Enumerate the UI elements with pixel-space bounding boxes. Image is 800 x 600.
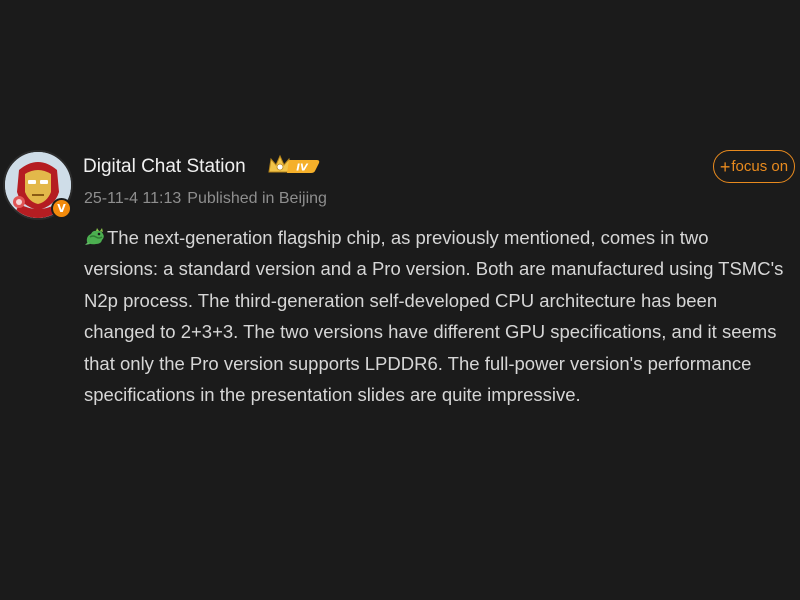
post-text: The next-generation flagship chip, as pr… bbox=[84, 222, 784, 410]
follow-label: focus on bbox=[731, 158, 789, 175]
post-meta: 25-11-4 11:13 Published in Beijing bbox=[84, 190, 327, 208]
author-avatar[interactable]: V bbox=[3, 150, 73, 220]
follow-button[interactable]: + focus on bbox=[713, 150, 795, 183]
plus-icon: + bbox=[719, 156, 731, 177]
verified-mark: V bbox=[57, 202, 66, 215]
post-date: 25-11-4 11:13 bbox=[84, 190, 182, 207]
vip-level-badge-icon: IV bbox=[268, 154, 320, 174]
level-badge-text: IV bbox=[296, 163, 309, 174]
weibo-post: V Digital Chat Station IV 25-11-4 11:13 P… bbox=[0, 148, 800, 448]
post-body-text: The next-generation flagship chip, as pr… bbox=[84, 227, 784, 406]
post-location: Published in Beijing bbox=[187, 190, 327, 207]
verified-badge: V bbox=[51, 198, 72, 219]
dragon-emoji-icon bbox=[85, 228, 104, 245]
author-name[interactable]: Digital Chat Station bbox=[83, 156, 246, 178]
